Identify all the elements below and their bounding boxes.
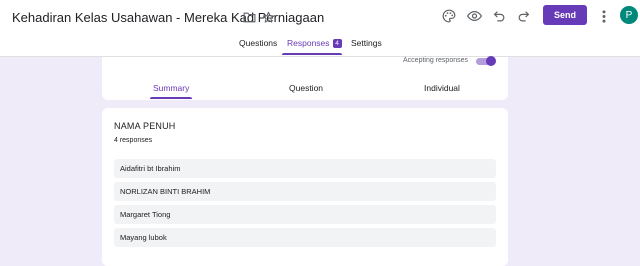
question-title: NAMA PENUH [114, 121, 176, 131]
undo-icon[interactable] [491, 8, 507, 24]
tab-label: Responses [287, 38, 330, 48]
list-item: Aidafitri bt Ibrahim [114, 159, 496, 178]
form-title[interactable]: Kehadiran Kelas Usahawan - Mereka Kad Pe… [12, 10, 324, 25]
response-count-badge: 4 [332, 39, 342, 48]
list-item: Margaret Tiong [114, 205, 496, 224]
active-subtab-indicator [150, 97, 192, 99]
tab-questions[interactable]: Questions [239, 38, 277, 56]
redo-icon[interactable] [515, 8, 531, 24]
more-vert-icon[interactable] [598, 8, 610, 24]
response-count: 4 responses [114, 137, 153, 144]
list-item: Mayang lubok [114, 228, 496, 247]
palette-icon[interactable] [441, 8, 457, 24]
tab-settings[interactable]: Settings [351, 38, 382, 56]
subtab-individual[interactable]: Individual [424, 83, 460, 93]
active-tab-indicator [282, 53, 342, 55]
toggle-knob[interactable] [486, 56, 496, 66]
tab-label: Settings [351, 38, 382, 48]
folder-icon[interactable] [242, 10, 256, 24]
app-header: Kehadiran Kelas Usahawan - Mereka Kad Pe… [0, 0, 640, 57]
question-summary-card: NAMA PENUH 4 responses Aidafitri bt Ibra… [102, 108, 508, 266]
subtab-question[interactable]: Question [289, 83, 323, 93]
subtab-summary[interactable]: Summary [153, 83, 189, 93]
avatar[interactable]: P [620, 6, 638, 24]
accepting-responses-label: Accepting responses [403, 57, 468, 64]
star-icon[interactable] [261, 10, 275, 24]
responses-header-card: Accepting responses Summary Question Ind… [102, 56, 508, 100]
tab-label: Questions [239, 38, 278, 48]
list-item: NORLIZAN BINTI BRAHIM [114, 182, 496, 201]
send-button[interactable]: Send [543, 5, 587, 25]
preview-eye-icon[interactable] [466, 8, 482, 24]
form-tabs: Questions Responses 4 Settings [0, 38, 640, 56]
